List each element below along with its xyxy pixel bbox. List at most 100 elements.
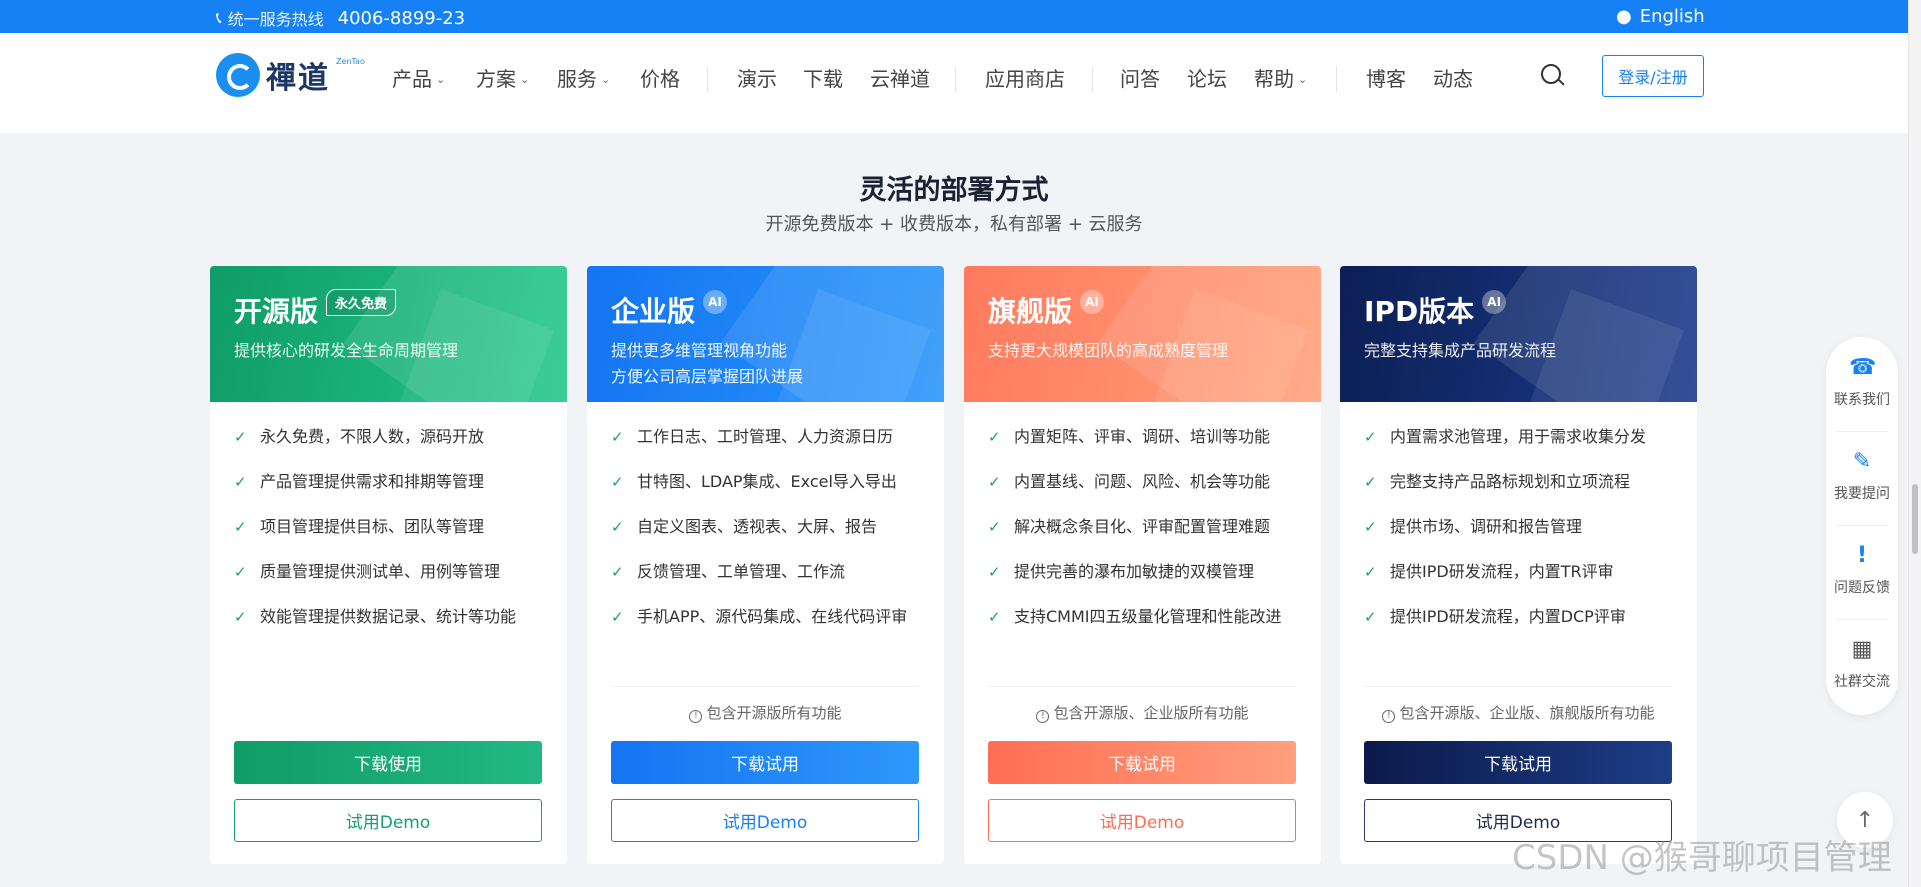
feature-text: 完整支持产品路标规划和立项流程 xyxy=(1390,472,1631,491)
feature-item: ✓ 工作日志、工时管理、人力资源日历 xyxy=(611,424,931,450)
card-open-source: 开源版 永久免费 提供核心的研发全生命周期管理 ✓ 永久免费，不限人数，源码开放 ✓… xyxy=(210,266,567,864)
feature-list: ✓ 内置矩阵、评审、调研、培训等功能 ✓ 内置基线、问题、风险、机会等功能 ✓ 解决概… xyxy=(988,424,1308,649)
nav-item-product[interactable]: 产品 ⌄ xyxy=(392,63,445,92)
logo[interactable]: 禪道 ZenTao xyxy=(216,53,365,97)
nav-item-forum[interactable]: 论坛 xyxy=(1187,63,1227,92)
feedback-icon: ! xyxy=(1856,543,1868,568)
try-demo-button[interactable]: 试用Demo xyxy=(234,799,542,842)
nav-item-price[interactable]: 价格 xyxy=(640,63,680,92)
includes-note: ! 包含开源版、企业版所有功能 xyxy=(964,702,1321,723)
nav-item-demo[interactable]: 演示 xyxy=(737,63,777,92)
card-ipd: IPD版本 AI 完整支持集成产品研发流程 ✓ 内置需求池管理，用于需求收集分发 ✓… xyxy=(1340,266,1697,864)
feature-item: ✓ 完整支持产品路标规划和立项流程 xyxy=(1364,469,1684,495)
community-button[interactable]: ▦ 社群交流 xyxy=(1826,619,1898,713)
language-label: English xyxy=(1639,6,1705,27)
nav-item-label: 论坛 xyxy=(1187,67,1227,91)
nav-item-help[interactable]: 帮助 ⌄ xyxy=(1254,63,1307,92)
ai-badge-icon: AI xyxy=(703,290,728,314)
top-bar: 📞︎ 统一服务热线 4006-8899-23 ● English xyxy=(0,0,1908,33)
card-title: 旗舰版 AI xyxy=(988,290,1105,330)
check-icon: ✓ xyxy=(611,428,624,446)
feature-item: ✓ 自定义图表、透视表、大屏、报告 xyxy=(611,514,931,540)
includes-note: ! 包含开源版、企业版、旗舰版所有功能 xyxy=(1340,702,1697,723)
arrow-up-icon: ↑ xyxy=(1855,807,1875,833)
nav-divider xyxy=(1336,66,1337,92)
nav-item-service[interactable]: 服务 ⌄ xyxy=(557,63,610,92)
check-icon: ✓ xyxy=(234,428,247,446)
try-demo-button[interactable]: 试用Demo xyxy=(611,799,919,842)
try-demo-button[interactable]: 试用Demo xyxy=(988,799,1296,842)
nav-divider xyxy=(1092,66,1093,92)
nav-item-label: 问答 xyxy=(1120,67,1160,91)
feature-text: 工作日志、工时管理、人力资源日历 xyxy=(637,427,894,446)
check-icon: ✓ xyxy=(988,428,1001,446)
login-register-button[interactable]: 登录/注册 xyxy=(1602,55,1704,97)
card-header: 企业版 AI 提供更多维管理视角功能 方便公司高层掌握团队进展 xyxy=(587,266,944,402)
card-title: IPD版本 AI xyxy=(1364,290,1507,330)
card-divider xyxy=(1364,686,1672,687)
nav-item-label: 应用商店 xyxy=(985,67,1065,91)
check-icon: ✓ xyxy=(1364,473,1377,491)
page-scrollbar[interactable] xyxy=(1908,0,1921,887)
feature-text: 支持CMMI四五级量化管理和性能改进 xyxy=(1014,607,1282,626)
nav-item-app-store[interactable]: 应用商店 xyxy=(985,63,1065,92)
check-icon: ✓ xyxy=(1364,563,1377,581)
nav-item-cloud[interactable]: 云禅道 xyxy=(870,63,930,92)
logo-icon xyxy=(216,53,260,97)
card-description: 支持更大规模团队的高成熟度管理 xyxy=(988,341,1229,360)
feedback-button[interactable]: ! 问题反馈 xyxy=(1826,525,1898,619)
includes-note: ! 包含开源版所有功能 xyxy=(587,702,944,723)
float-label: 联系我们 xyxy=(1834,392,1890,408)
contact-us-button[interactable]: ☎ 联系我们 xyxy=(1826,337,1898,431)
language-switch[interactable]: ● English xyxy=(1616,6,1705,27)
chevron-down-icon: ⌄ xyxy=(601,72,611,86)
nav-divider xyxy=(707,66,708,92)
nav-item-qa[interactable]: 问答 xyxy=(1120,63,1160,92)
nav-item-news[interactable]: 动态 xyxy=(1433,63,1473,92)
download-trial-button[interactable]: 下载试用 xyxy=(988,741,1296,784)
edition-name: 开源版 xyxy=(234,295,319,328)
feature-item: ✓ 效能管理提供数据记录、统计等功能 xyxy=(234,604,554,630)
check-icon: ✓ xyxy=(234,473,247,491)
nav-item-download[interactable]: 下载 xyxy=(803,63,843,92)
feature-item: ✓ 支持CMMI四五级量化管理和性能改进 xyxy=(988,604,1308,630)
card-description: 提供更多维管理视角功能 方便公司高层掌握团队进展 xyxy=(611,341,804,386)
download-trial-button[interactable]: 下载试用 xyxy=(1364,741,1672,784)
logo-text: 禪道 xyxy=(266,61,330,96)
nav-item-blog[interactable]: 博客 xyxy=(1366,63,1406,92)
card-description: 完整支持集成产品研发流程 xyxy=(1364,341,1557,360)
nav-item-label: 演示 xyxy=(737,67,777,91)
ask-question-button[interactable]: ✎ 我要提问 xyxy=(1826,431,1898,525)
card-divider xyxy=(611,686,919,687)
search-icon[interactable] xyxy=(1540,63,1566,89)
feature-text: 产品管理提供需求和排期等管理 xyxy=(260,472,485,491)
card-flagship: 旗舰版 AI 支持更大规模团队的高成熟度管理 ✓ 内置矩阵、评审、调研、培训等功能 … xyxy=(964,266,1321,864)
free-badge: 永久免费 xyxy=(326,288,397,316)
chevron-down-icon: ⌄ xyxy=(520,72,530,86)
feature-text: 效能管理提供数据记录、统计等功能 xyxy=(260,607,517,626)
feature-item: ✓ 甘特图、LDAP集成、Excel导入导出 xyxy=(611,469,931,495)
download-use-button[interactable]: 下载使用 xyxy=(234,741,542,784)
nav-item-solution[interactable]: 方案 ⌄ xyxy=(476,63,529,92)
hotline-label: 统一服务热线 xyxy=(227,10,324,29)
feature-text: 质量管理提供测试单、用例等管理 xyxy=(260,562,501,581)
feature-item: ✓ 内置需求池管理，用于需求收集分发 xyxy=(1364,424,1684,450)
note-text: 包含开源版、企业版、旗舰版所有功能 xyxy=(1399,704,1655,722)
nav-item-label: 博客 xyxy=(1366,67,1406,91)
floating-contact-panel: ☎ 联系我们 ✎ 我要提问 ! 问题反馈 ▦ 社群交流 xyxy=(1826,337,1898,715)
feature-text: 解决概念条目化、评审配置管理难题 xyxy=(1014,517,1271,536)
info-icon: ! xyxy=(1036,710,1050,723)
feature-text: 提供完善的瀑布加敏捷的双模管理 xyxy=(1014,562,1255,581)
section-title: 灵活的部署方式 xyxy=(859,175,1049,206)
download-trial-button[interactable]: 下载试用 xyxy=(611,741,919,784)
card-divider xyxy=(988,686,1296,687)
scrollbar-thumb[interactable] xyxy=(1912,484,1918,554)
qrcode-icon: ▦ xyxy=(1851,637,1873,662)
float-label: 社群交流 xyxy=(1834,674,1890,690)
card-header: 旗舰版 AI 支持更大规模团队的高成熟度管理 xyxy=(964,266,1321,402)
feature-item: ✓ 提供IPD研发流程，内置TR评审 xyxy=(1364,559,1684,585)
feature-item: ✓ 内置基线、问题、风险、机会等功能 xyxy=(988,469,1308,495)
feature-item: ✓ 解决概念条目化、评审配置管理难题 xyxy=(988,514,1308,540)
check-icon: ✓ xyxy=(234,518,247,536)
feature-list: ✓ 永久免费，不限人数，源码开放 ✓ 产品管理提供需求和排期等管理 ✓ 项目管理提供目… xyxy=(234,424,554,649)
